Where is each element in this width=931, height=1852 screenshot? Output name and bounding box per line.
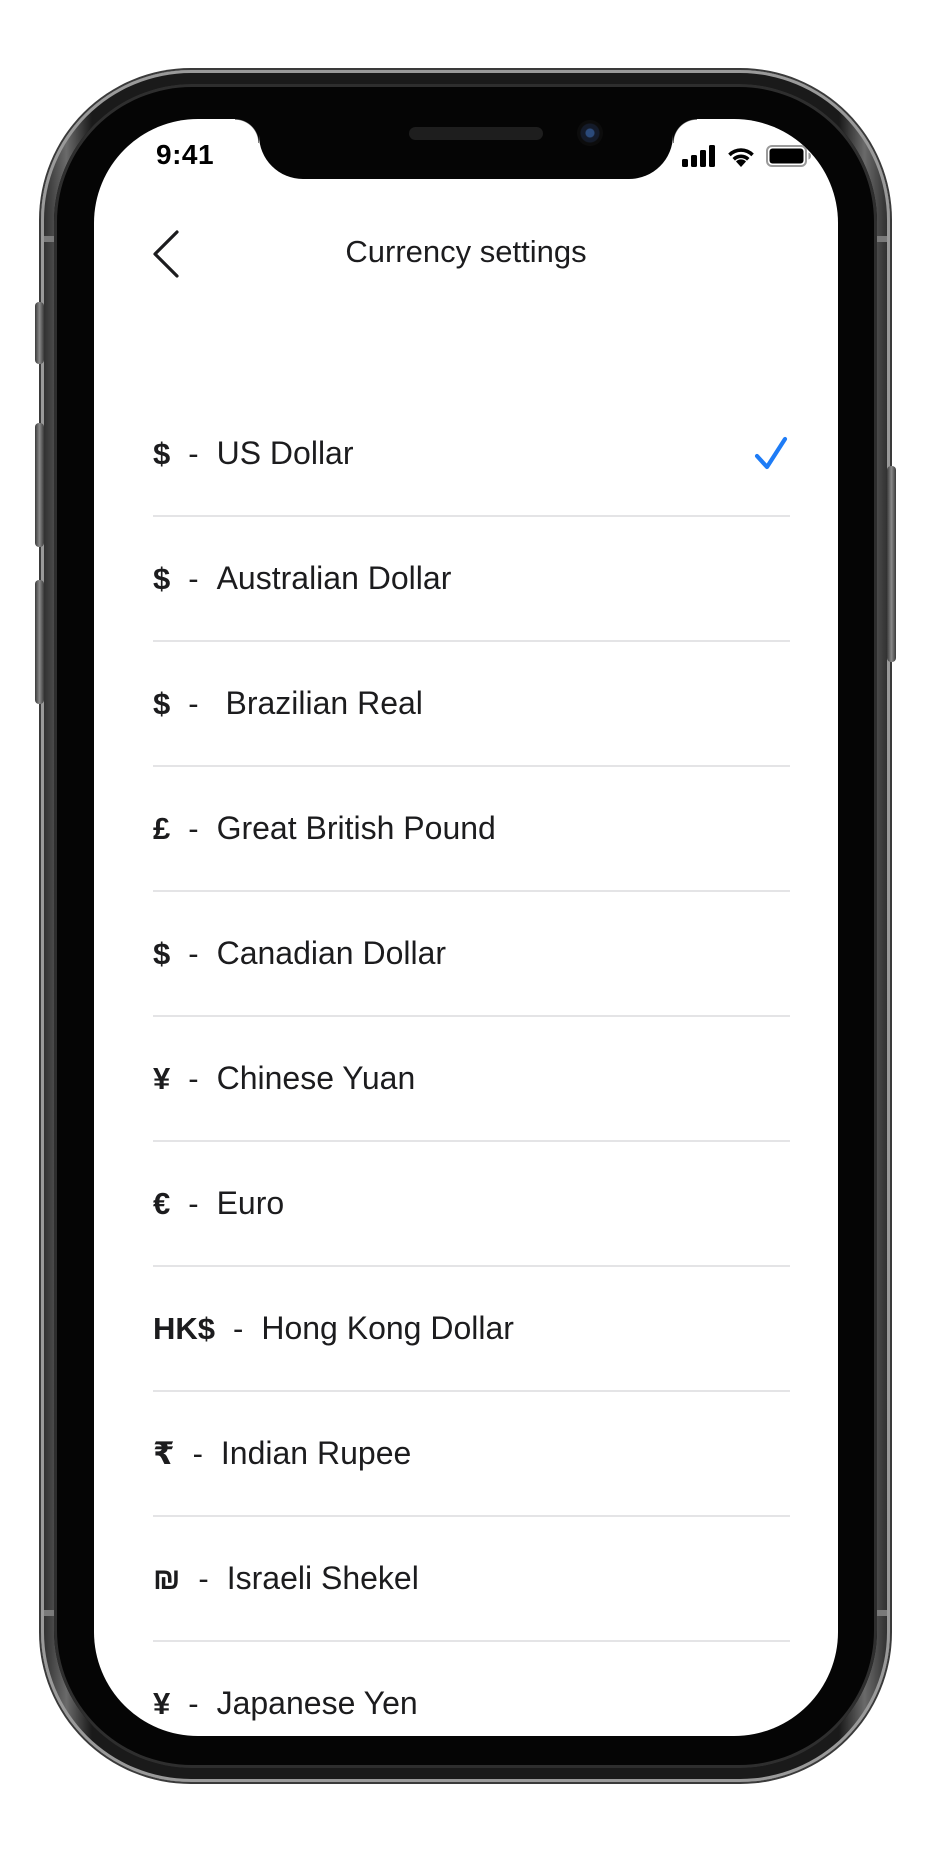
currency-symbol: ₹ xyxy=(153,1435,175,1471)
currency-name: Brazilian Real xyxy=(216,685,423,721)
currency-separator: - xyxy=(188,560,199,596)
currency-separator: - xyxy=(192,1435,203,1471)
currency-name: Indian Rupee xyxy=(220,1435,412,1471)
currency-separator: - xyxy=(188,1060,199,1096)
currency-symbol: $ xyxy=(153,435,171,471)
currency-symbol: $ xyxy=(153,685,171,721)
currency-name: US Dollar xyxy=(216,435,354,471)
volume-down-button xyxy=(35,580,44,704)
currency-symbol: $ xyxy=(153,560,171,596)
currency-separator: - xyxy=(233,1310,244,1346)
currency-separator: - xyxy=(198,1560,209,1596)
page-title: Currency settings xyxy=(345,234,587,269)
currency-option[interactable]: HK$ - Hong Kong Dollar xyxy=(153,1267,790,1392)
currency-symbol: $ xyxy=(153,935,171,971)
currency-separator: - xyxy=(188,935,199,971)
currency-separator: - xyxy=(188,435,199,471)
currency-separator: - xyxy=(188,1685,199,1721)
currency-symbol: ¥ xyxy=(153,1685,171,1721)
notch xyxy=(235,119,697,179)
currency-symbol: HK$ xyxy=(153,1310,216,1346)
currency-separator: - xyxy=(188,685,199,721)
currency-option[interactable]: ₪ - Israeli Shekel xyxy=(153,1517,790,1642)
currency-name: Japanese Yen xyxy=(216,1685,418,1721)
phone-screen: 9:41 Currency settings $ - US Dollar $ -… xyxy=(94,119,838,1736)
speaker-grille xyxy=(409,127,543,140)
currency-name: Canadian Dollar xyxy=(216,935,447,971)
currency-name: Israeli Shekel xyxy=(226,1560,419,1596)
cellular-signal-icon xyxy=(682,145,716,172)
currency-list: $ - US Dollar $ - Australian Dollar $ - Brazili… xyxy=(153,392,790,1736)
checkmark-icon xyxy=(754,436,788,469)
volume-up-button xyxy=(35,423,44,547)
power-button xyxy=(887,466,896,662)
currency-symbol: ₪ xyxy=(153,1560,181,1596)
currency-separator: - xyxy=(188,1185,199,1221)
currency-option[interactable]: ₹ - Indian Rupee xyxy=(153,1392,790,1517)
currency-option[interactable]: $ - Brazilian Real xyxy=(153,642,790,767)
currency-option[interactable]: ¥ - Chinese Yuan xyxy=(153,1017,790,1142)
currency-option[interactable]: € - Euro xyxy=(153,1142,790,1267)
silent-switch xyxy=(35,302,44,364)
currency-option[interactable]: $ - Canadian Dollar xyxy=(153,892,790,1017)
wifi-icon xyxy=(726,145,756,172)
currency-separator: - xyxy=(188,810,199,846)
currency-name: Hong Kong Dollar xyxy=(261,1310,514,1346)
currency-option[interactable]: ¥ - Japanese Yen xyxy=(153,1642,790,1736)
currency-option[interactable]: $ - Australian Dollar xyxy=(153,517,790,642)
status-icons xyxy=(682,145,812,172)
currency-name: Chinese Yuan xyxy=(216,1060,416,1096)
currency-symbol: ¥ xyxy=(153,1060,171,1096)
currency-symbol: € xyxy=(153,1185,171,1221)
front-camera xyxy=(577,120,603,146)
currency-option[interactable]: $ - US Dollar xyxy=(153,392,790,517)
status-time: 9:41 xyxy=(156,139,215,170)
currency-name: Euro xyxy=(216,1185,285,1221)
currency-name: Great British Pound xyxy=(216,810,496,846)
currency-option[interactable]: £ - Great British Pound xyxy=(153,767,790,892)
battery-icon xyxy=(766,145,812,172)
currency-name: Australian Dollar xyxy=(216,560,452,596)
currency-symbol: £ xyxy=(153,810,171,846)
